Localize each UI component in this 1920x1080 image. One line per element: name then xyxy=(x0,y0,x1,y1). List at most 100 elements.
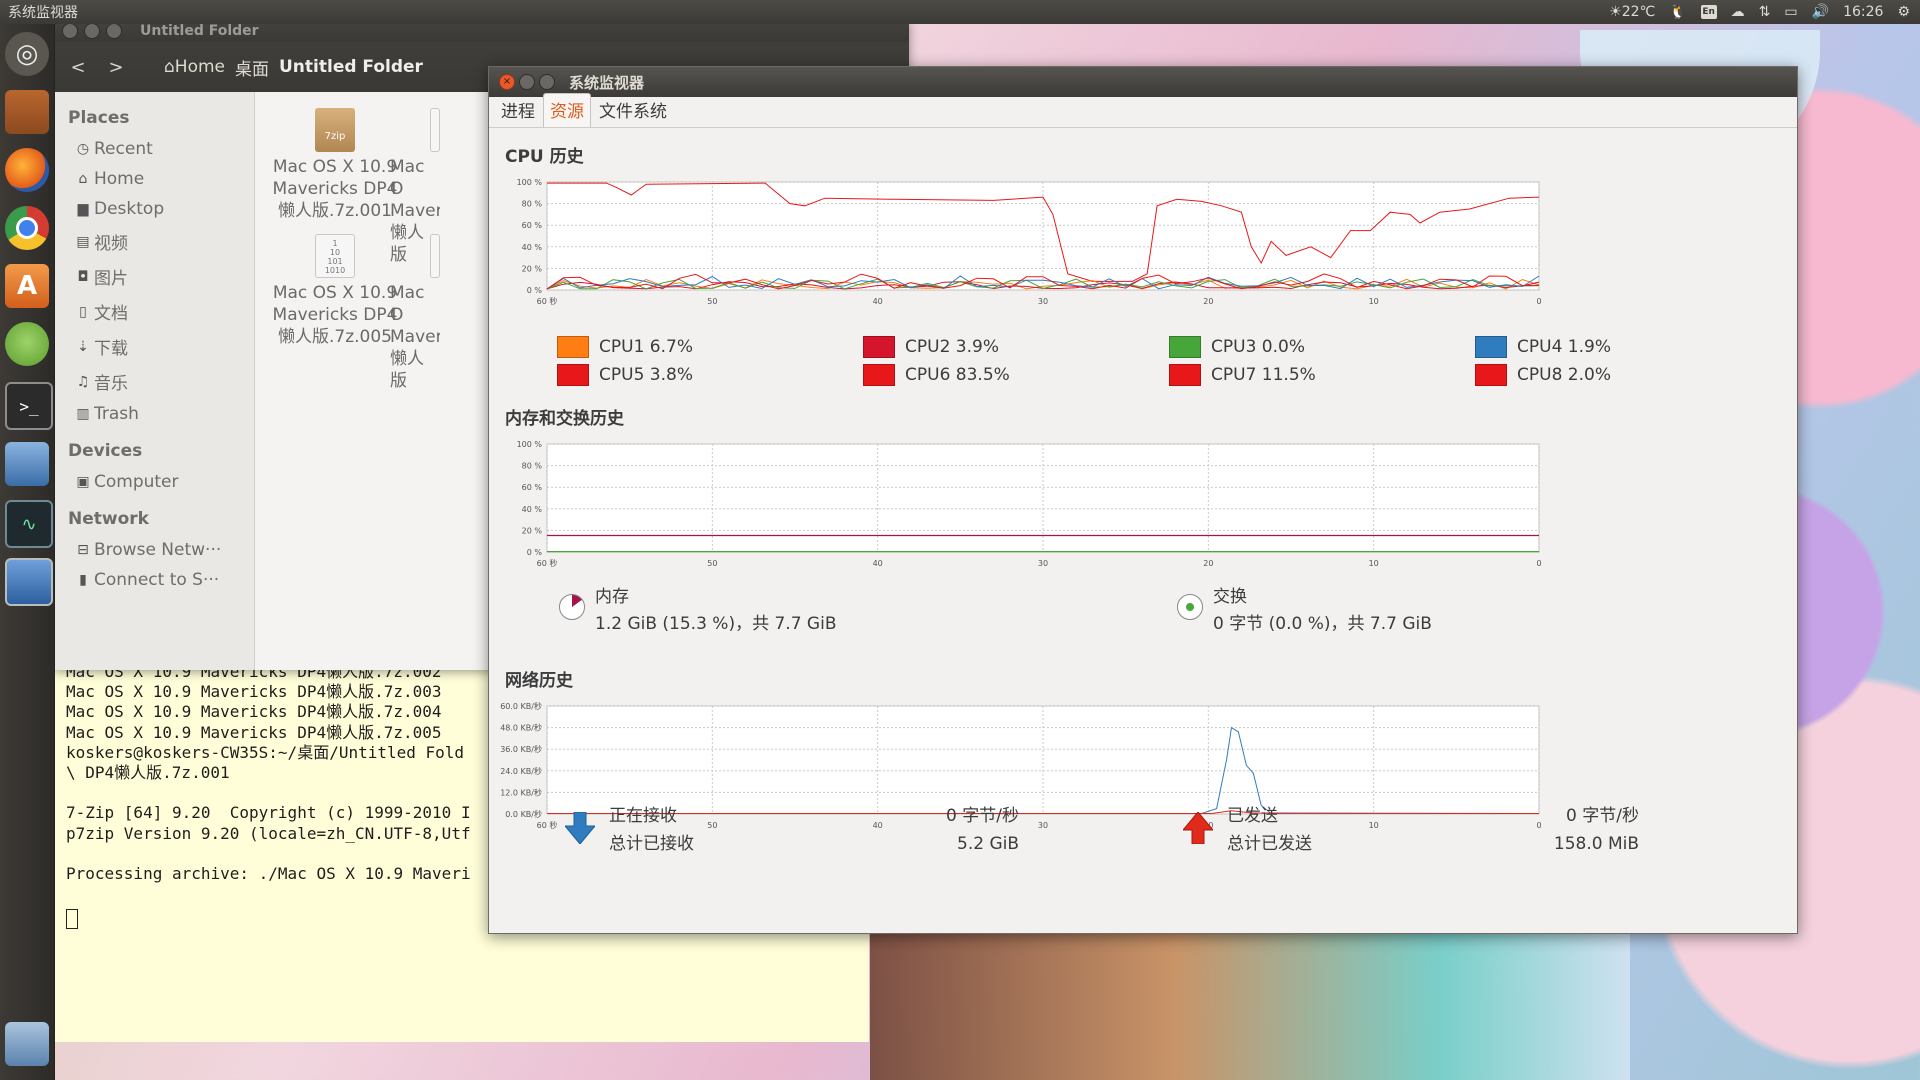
memory-x-tick: 40 xyxy=(873,559,883,568)
download-arrow-icon xyxy=(565,812,595,844)
cpu-color-swatch[interactable] xyxy=(557,364,589,386)
tux-icon[interactable]: 🐧 xyxy=(1669,4,1686,20)
cpu-legend-item[interactable]: CPU2 3.9% xyxy=(863,336,999,358)
network-x-tick: 10 xyxy=(1369,821,1379,830)
memory-label: 内存 xyxy=(595,587,629,607)
tab-resources[interactable]: 资源 xyxy=(543,93,591,127)
cpu-history-graph: 100 % 80 % 60 % 40 % 20 % 0 % 60 秒 50 40 30 20 10 0 xyxy=(499,172,1549,312)
memory-y-tick: 60 % xyxy=(522,483,543,492)
total-sent: 158.0 MiB xyxy=(1553,834,1639,854)
minimize-button[interactable] xyxy=(84,23,100,39)
cpu-color-swatch[interactable] xyxy=(1169,364,1201,386)
sidebar-item-music[interactable]: ♫ 音乐 xyxy=(54,364,254,399)
chrome-icon[interactable] xyxy=(5,206,49,250)
maximize-button[interactable] xyxy=(539,74,555,90)
sidebar-item-computer[interactable]: ▣ Computer xyxy=(54,467,254,497)
sidebar-item-connect-server[interactable]: ▮ Connect to S··· xyxy=(54,565,254,595)
minimize-button[interactable] xyxy=(519,74,535,90)
cpu-legend-item[interactable]: CPU8 2.0% xyxy=(1475,364,1611,386)
system-monitor-icon[interactable]: ∿ xyxy=(5,500,53,548)
upload-arrow-icon xyxy=(1183,812,1213,844)
sidebar-item-documents[interactable]: ▯ 文档 xyxy=(54,294,254,329)
sidebar-item-pictures[interactable]: ◘ 图片 xyxy=(54,259,254,294)
back-button[interactable]: < xyxy=(64,57,92,78)
tab-processes[interactable]: 进程 xyxy=(495,94,541,127)
system-settings-icon[interactable] xyxy=(5,442,49,486)
breadcrumb-current[interactable]: Untitled Folder xyxy=(279,57,423,77)
cpu-legend-item[interactable]: CPU5 3.8% xyxy=(557,364,693,386)
software-center-icon[interactable]: A xyxy=(5,264,49,308)
file-item[interactable]: 1 10 101 1010 Mac OS X 10.9 Mavericks DP… xyxy=(260,234,410,348)
firefox-icon[interactable] xyxy=(5,148,49,192)
indicator-area: ☀22℃ 🐧 En ☁ ⇅ ▭ 🔊 16:26 ⚙ xyxy=(1609,4,1920,20)
sidebar-item-recent[interactable]: ◷ Recent xyxy=(54,134,254,164)
weather-indicator[interactable]: ☀22℃ xyxy=(1609,4,1655,20)
cpu-legend-label: CPU8 2.0% xyxy=(1517,365,1611,385)
cpu-x-tick: 0 xyxy=(1536,297,1541,306)
file-item[interactable]: Mac O Maveri 懒人版 xyxy=(390,234,440,392)
sidebar-item-browse-network[interactable]: ⊟ Browse Netw··· xyxy=(54,535,254,565)
cpu-color-swatch[interactable] xyxy=(1475,336,1507,358)
cpu-legend-item[interactable]: CPU7 11.5% xyxy=(1169,364,1316,386)
wallpaper-art-bottom xyxy=(870,930,1630,1080)
breadcrumb-home[interactable]: ⌂Home xyxy=(164,57,225,77)
sidebar-item-home[interactable]: ⌂ Home xyxy=(54,164,254,194)
forward-button[interactable]: > xyxy=(102,57,130,78)
cpu-legend-label: CPU3 0.0% xyxy=(1211,337,1305,357)
cpu-color-swatch[interactable] xyxy=(863,364,895,386)
cpu-legend-item[interactable]: CPU3 0.0% xyxy=(1169,336,1305,358)
swap-value: 0 字节 (0.0 %)，共 7.7 GiB xyxy=(1213,614,1432,634)
music-icon: ♫ xyxy=(76,373,90,390)
close-button[interactable] xyxy=(62,23,78,39)
sidebar-item-trash[interactable]: ▥ Trash xyxy=(54,399,254,429)
memory-pie-icon[interactable] xyxy=(559,594,585,620)
system-monitor-window: × 系统监视器 进程 资源 文件系统 CPU 历史 100 % 80 % 60 % 4… xyxy=(488,66,1798,934)
close-button[interactable]: × xyxy=(499,74,515,90)
cpu-legend-item[interactable]: CPU6 83.5% xyxy=(863,364,1010,386)
tab-filesystems[interactable]: 文件系统 xyxy=(593,94,673,127)
cpu-x-tick: 40 xyxy=(873,297,883,306)
binary-file-icon xyxy=(430,234,440,278)
cpu-x-tick: 50 xyxy=(707,297,717,306)
send-labels: 已发送 总计已发送 xyxy=(1227,802,1312,858)
files-icon[interactable] xyxy=(5,90,49,134)
cpu-legend-item[interactable]: CPU4 1.9% xyxy=(1475,336,1611,358)
cpu-legend-item[interactable]: CPU1 6.7% xyxy=(557,336,693,358)
network-updown-icon[interactable]: ⇅ xyxy=(1759,4,1771,20)
memory-y-tick: 100 % xyxy=(517,440,543,449)
network-x-tick: 50 xyxy=(707,821,717,830)
cpu-color-swatch[interactable] xyxy=(1475,364,1507,386)
virtualbox-icon[interactable] xyxy=(5,558,53,606)
sidebar-heading-places: Places xyxy=(68,108,130,128)
dash-home-icon[interactable]: ◎ xyxy=(5,32,49,76)
memory-y-tick: 20 % xyxy=(522,526,543,535)
workspace-switcher-icon[interactable] xyxy=(5,1022,49,1066)
cloud-icon[interactable]: ☁ xyxy=(1731,4,1745,20)
breadcrumb-desktop[interactable]: 桌面 xyxy=(235,55,269,80)
swap-pie-icon[interactable] xyxy=(1177,594,1203,620)
cpu-color-swatch[interactable] xyxy=(863,336,895,358)
cpu-color-swatch[interactable] xyxy=(557,336,589,358)
network-x-tick: 30 xyxy=(1038,821,1048,830)
sidebar-item-videos[interactable]: ▤ 视频 xyxy=(54,224,254,259)
system-monitor-titlebar: × 系统监视器 xyxy=(489,67,1797,97)
maximize-button[interactable] xyxy=(106,23,122,39)
keyboard-indicator[interactable]: En xyxy=(1700,5,1717,19)
memory-svg: 100 % 80 % 60 % 40 % 20 % 0 %60 秒 50 40 30 20 10 0 xyxy=(517,440,1542,568)
memory-y-tick: 40 % xyxy=(522,505,543,514)
terminal-icon[interactable]: >_ xyxy=(5,382,53,430)
sidebar-item-desktop[interactable]: ▆ Desktop xyxy=(54,194,254,224)
battery-icon[interactable]: ▭ xyxy=(1784,4,1797,20)
sidebar-item-downloads[interactable]: ⇣ 下载 xyxy=(54,329,254,364)
gear-icon[interactable]: ⚙ xyxy=(1897,4,1910,20)
pidgin-icon[interactable] xyxy=(5,322,49,366)
memory-history-title: 内存和交换历史 xyxy=(505,409,624,429)
cpu-color-swatch[interactable] xyxy=(1169,336,1201,358)
file-item[interactable]: 7zip Mac OS X 10.9 Mavericks DP4 懒人版.7z.… xyxy=(260,108,410,222)
clock[interactable]: 16:26 xyxy=(1843,4,1883,20)
binary-file-icon xyxy=(430,108,440,152)
network-x-tick: 60 秒 xyxy=(537,820,558,830)
volume-icon[interactable]: 🔊 xyxy=(1812,4,1829,20)
sending-label: 已发送 xyxy=(1227,806,1278,826)
receive-rate: 0 字节/秒 xyxy=(946,806,1019,826)
